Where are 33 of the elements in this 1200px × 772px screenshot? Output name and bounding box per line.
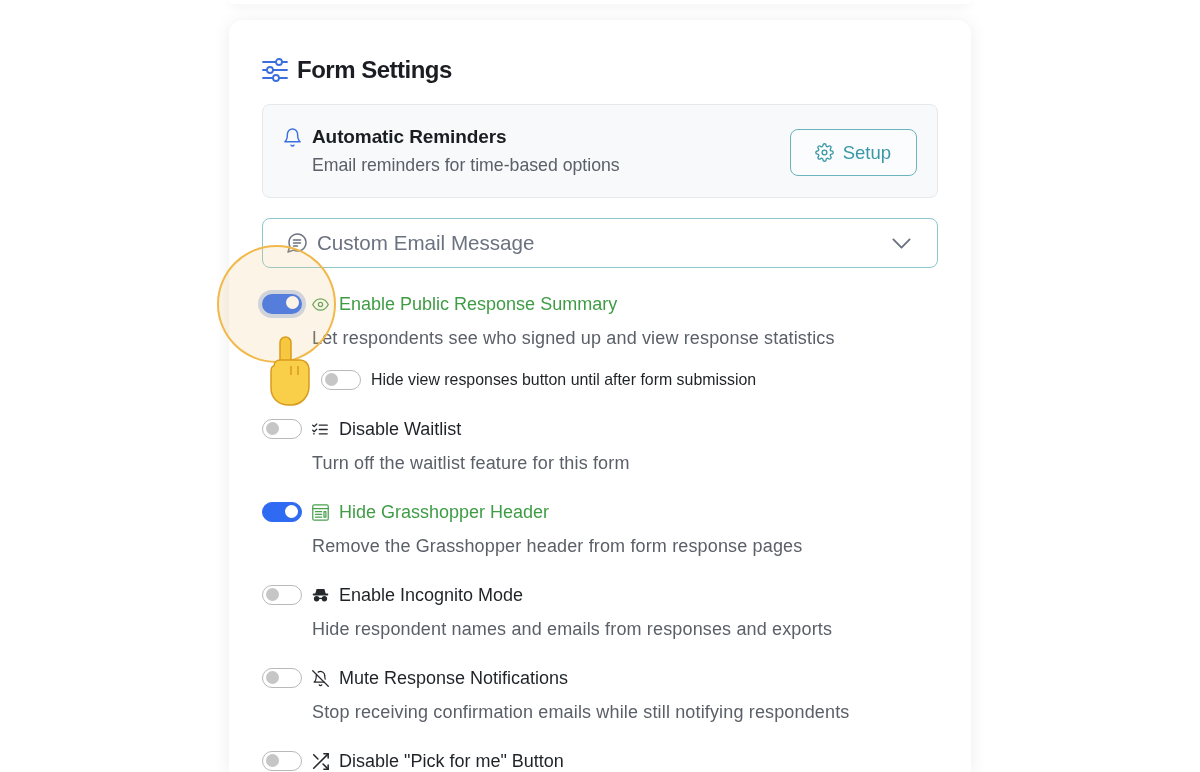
- shuffle-icon: [312, 752, 329, 770]
- bell-icon: [284, 128, 301, 147]
- setting-description: Hide respondent names and emails from responses and exports: [312, 618, 834, 641]
- email-message-dropdown[interactable]: Custom Email Message: [262, 218, 938, 268]
- checklist-icon: [312, 422, 328, 436]
- toggle-switch[interactable]: [262, 585, 302, 605]
- toggle-switch[interactable]: [262, 502, 302, 522]
- setting-label: Mute Response Notifications: [339, 667, 569, 689]
- sliders-icon: [262, 58, 288, 82]
- setting-description: Stop receiving confirmation emails while still notifying respondents: [312, 701, 851, 724]
- setting-label: Enable Public Response Summary: [339, 293, 618, 315]
- section-title: Form Settings: [297, 56, 452, 84]
- toggle-switch[interactable]: [262, 668, 302, 688]
- setting-label: Disable "Pick for me" Button: [339, 750, 564, 772]
- eye-icon: [312, 297, 329, 311]
- setting-label: Disable Waitlist: [339, 418, 462, 440]
- toggle-switch[interactable]: [262, 419, 302, 439]
- setup-button[interactable]: Setup: [789, 129, 917, 176]
- muted-bell-icon: [312, 669, 329, 687]
- hat-glasses-icon: [312, 588, 329, 602]
- setting-label: Hide view responses button until after form submission: [371, 371, 757, 389]
- setting-description: Remove the Grasshopper header from form response pages: [312, 535, 804, 558]
- document-icon: [312, 503, 329, 521]
- reminder-description: Email reminders for time-based options: [312, 154, 621, 177]
- chevron-down-icon: [892, 237, 911, 249]
- toggle-switch[interactable]: [321, 370, 361, 390]
- setting-label: Hide Grasshopper Header: [339, 501, 550, 523]
- setting-description: Turn off the waitlist feature for this form: [312, 452, 631, 475]
- chat-bubble-icon: [287, 233, 307, 253]
- reminder-title: Automatic Reminders: [312, 125, 508, 149]
- setting-label: Enable Incognito Mode: [339, 584, 524, 606]
- settings-icon: [814, 143, 834, 162]
- toggle-switch[interactable]: [262, 751, 302, 771]
